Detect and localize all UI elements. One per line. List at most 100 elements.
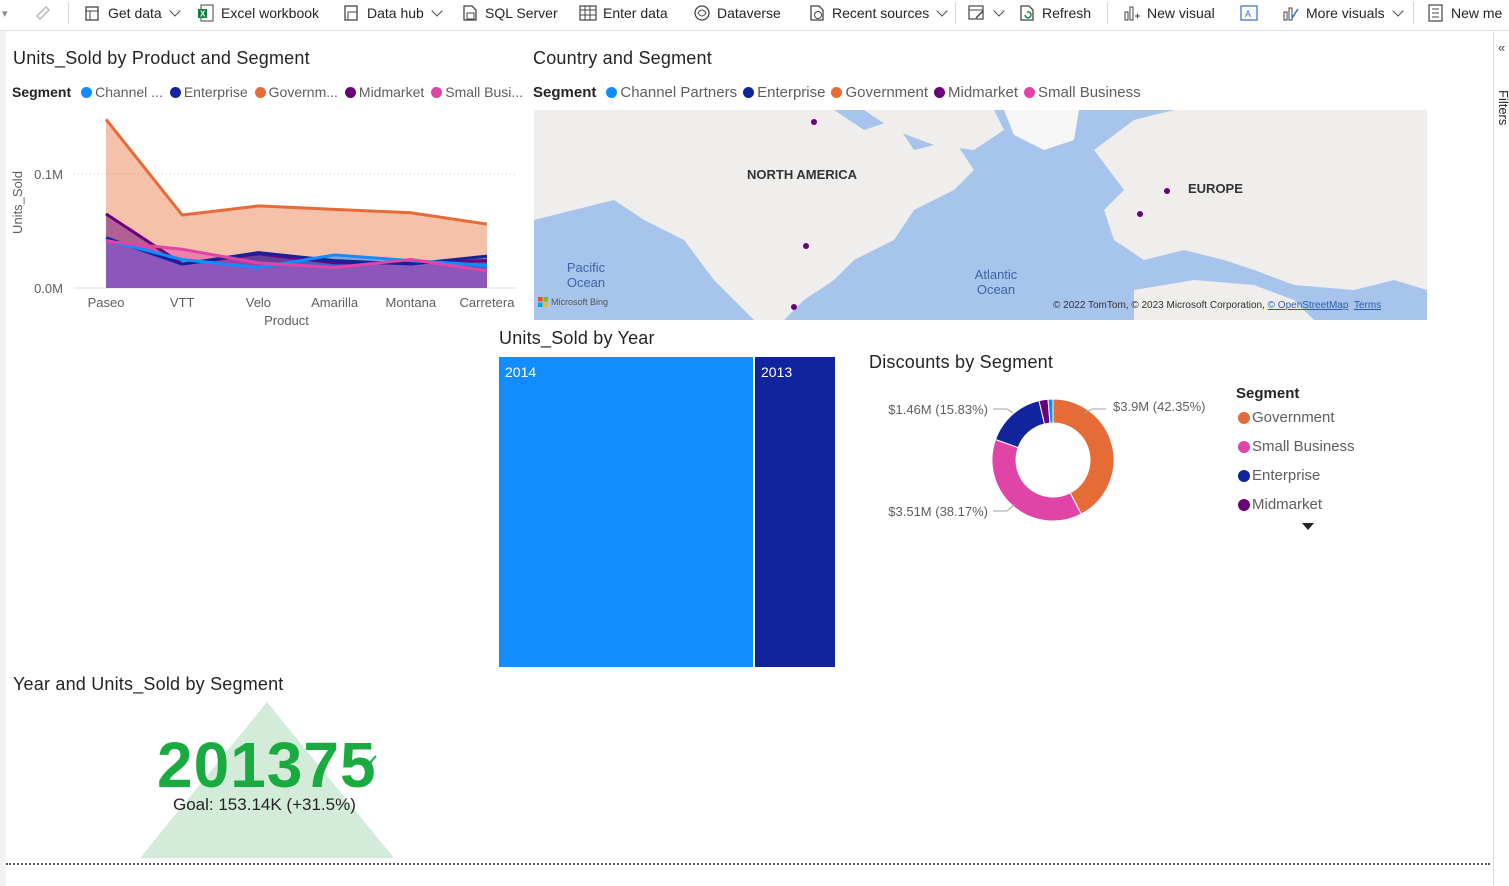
- checkmark-icon: [363, 755, 377, 767]
- undo-dropdown[interactable]: ▾: [2, 0, 8, 26]
- chevron-down-icon: [1391, 5, 1404, 17]
- bing-label: Microsoft Bing: [551, 297, 609, 307]
- transform-data-button[interactable]: [968, 0, 1005, 26]
- treemap-tile[interactable]: 2013: [755, 357, 835, 667]
- legend-item-midmarket[interactable]: Midmarket: [344, 84, 425, 100]
- new-measure-button[interactable]: New me: [1427, 0, 1502, 26]
- new-measure-label: New me: [1451, 5, 1503, 21]
- ribbon-separator: [955, 2, 956, 24]
- donut-data-label: $1.46M (15.83%): [888, 402, 988, 417]
- donut-slice[interactable]: [994, 400, 1046, 449]
- legend-dot: [1238, 469, 1250, 482]
- kpi-goal: Goal: 153.14K (+31.5%): [173, 795, 356, 814]
- sql-server-button[interactable]: SQL Server: [461, 0, 558, 26]
- legend-label: Small Business: [1252, 438, 1355, 455]
- sql-server-icon: [461, 4, 479, 22]
- recent-sources-button[interactable]: Recent sources: [808, 0, 948, 26]
- page-boundary-line: [6, 863, 1490, 865]
- donut-chart-plot[interactable]: $3.9M (42.35%) $1.46M (15.83%) $3.51M (38.…: [870, 385, 1230, 535]
- legend-dot: [831, 87, 843, 98]
- legend-dot: [431, 86, 443, 98]
- x-tick-label: Montana: [386, 295, 437, 310]
- data-hub-label: Data hub: [367, 5, 424, 21]
- ribbon-separator: [1107, 2, 1108, 24]
- kpi-value: 201375: [157, 729, 377, 801]
- legend-label: Enterprise: [1252, 467, 1321, 484]
- legend-dot: [934, 87, 946, 98]
- treemap-tile-label: 2013: [761, 364, 793, 380]
- more-visuals-button[interactable]: More visuals: [1282, 0, 1404, 26]
- excel-workbook-button[interactable]: X Excel workbook: [197, 0, 319, 26]
- legend-dot: [344, 86, 356, 98]
- legend-scroll-down-icon[interactable]: [1302, 523, 1314, 531]
- legend-item-enterprise[interactable]: Enterprise: [743, 84, 825, 101]
- map-point[interactable]: [803, 243, 809, 249]
- get-data-button[interactable]: Get data: [84, 0, 181, 26]
- new-visual-label: New visual: [1147, 5, 1215, 21]
- map-label-north-america: NORTH AMERICA: [747, 167, 858, 182]
- map-legend: Segment Channel Partners Enterprise Gove…: [533, 84, 1148, 101]
- kpi-title: Year and Units_Sold by Segment: [13, 674, 284, 694]
- legend-dot: [606, 87, 618, 98]
- map-canvas[interactable]: NORTH AMERICA EUROPE Pacific Ocean Atlan…: [534, 110, 1427, 320]
- x-tick-label: Paseo: [88, 295, 125, 310]
- legend-label: Midmarket: [1252, 496, 1323, 513]
- format-painter-icon[interactable]: [34, 0, 52, 26]
- legend-item-small-business[interactable]: Small Business: [1024, 84, 1141, 101]
- legend-label: Channel ...: [95, 84, 163, 100]
- filters-pane-label[interactable]: Filters: [1496, 90, 1509, 125]
- get-data-label: Get data: [108, 5, 162, 21]
- x-tick-label: VTT: [170, 295, 195, 310]
- data-hub-button[interactable]: Data hub: [343, 0, 443, 26]
- leader-line: [993, 408, 1014, 414]
- map-point[interactable]: [811, 119, 817, 125]
- bing-logo: Microsoft Bing: [538, 297, 608, 307]
- excel-icon: X: [197, 4, 215, 22]
- line-chart-plot[interactable]: 0.1M 0.0M Units_Sold Paseo VTT Velo Amarilla Mo…: [6, 105, 521, 335]
- text-box-button[interactable]: A: [1240, 0, 1258, 26]
- legend-label: Enterprise: [183, 84, 248, 100]
- map-point[interactable]: [1164, 188, 1170, 194]
- refresh-icon: [1018, 4, 1036, 22]
- legend-item-enterprise[interactable]: Enterprise: [169, 84, 248, 100]
- map-point[interactable]: [791, 304, 797, 310]
- ribbon-toolbar: ▾ Get data X Excel workbook Data hub SQL…: [0, 0, 1509, 31]
- enter-data-label: Enter data: [603, 5, 668, 21]
- terms-link[interactable]: Terms: [1354, 300, 1381, 311]
- chevron-down-icon: [936, 5, 948, 17]
- legend-dot: [1238, 411, 1250, 424]
- donut-title: Discounts by Segment: [869, 352, 1054, 372]
- donut-legend-item-government[interactable]: Government: [1238, 409, 1335, 426]
- donut-legend-item-small-business[interactable]: Small Business: [1238, 438, 1355, 455]
- legend-item-small-business[interactable]: Small Busi...: [431, 84, 523, 100]
- sql-server-label: SQL Server: [485, 5, 558, 21]
- legend-label: Small Busi...: [445, 84, 524, 100]
- new-visual-button[interactable]: New visual: [1123, 0, 1215, 26]
- dataverse-button[interactable]: Dataverse: [693, 0, 781, 26]
- ribbon-separator: [1413, 2, 1414, 24]
- legend-item-channel-partners[interactable]: Channel ...: [81, 84, 163, 100]
- treemap-tile[interactable]: 2014: [499, 357, 753, 667]
- expand-filters-icon[interactable]: «: [1498, 40, 1505, 55]
- legend-item-midmarket[interactable]: Midmarket: [934, 84, 1018, 101]
- legend-label: Enterprise: [757, 84, 826, 101]
- data-hub-icon: [343, 4, 361, 22]
- donut-legend-item-enterprise[interactable]: Enterprise: [1238, 467, 1320, 484]
- enter-data-button[interactable]: Enter data: [579, 0, 668, 26]
- donut-legend-item-midmarket[interactable]: Midmarket: [1238, 496, 1322, 513]
- x-axis-title: Product: [264, 313, 309, 328]
- donut-slice[interactable]: [991, 438, 1082, 522]
- chevron-down-icon: [169, 5, 181, 17]
- svg-text:A: A: [1245, 9, 1251, 19]
- refresh-button[interactable]: Refresh: [1018, 0, 1091, 26]
- openstreetmap-link[interactable]: © OpenStreetMap: [1268, 300, 1349, 311]
- ribbon-separator: [68, 2, 69, 24]
- legend-dot: [81, 86, 93, 98]
- legend-item-channel-partners[interactable]: Channel Partners: [606, 84, 737, 101]
- legend-label: Midmarket: [358, 84, 425, 100]
- x-tick-label: Carretera: [460, 295, 516, 310]
- legend-item-government[interactable]: Government: [831, 84, 928, 101]
- filters-pane-collapsed[interactable]: [1493, 31, 1509, 886]
- map-point[interactable]: [1137, 211, 1143, 217]
- legend-item-government[interactable]: Governm...: [254, 84, 338, 100]
